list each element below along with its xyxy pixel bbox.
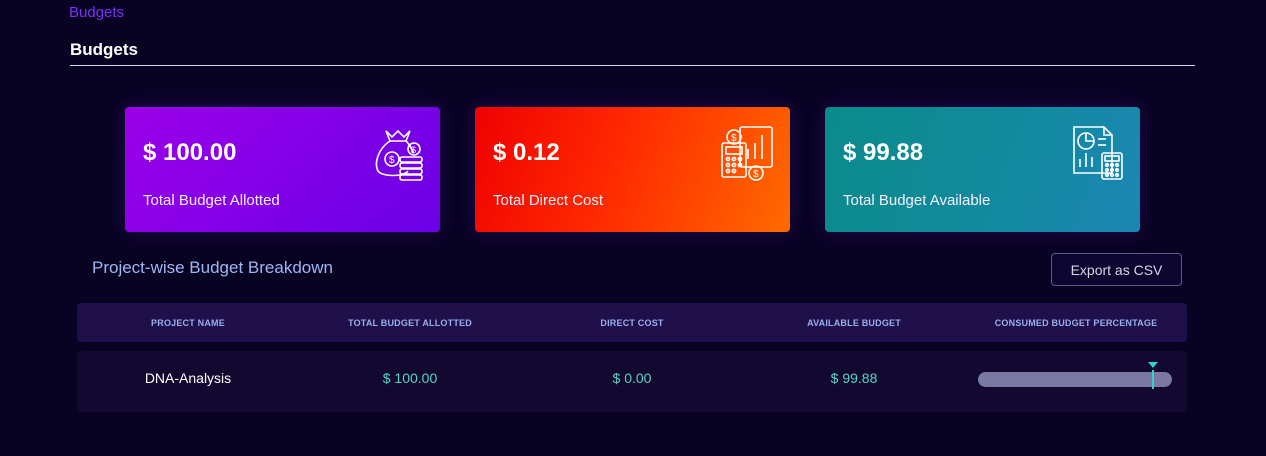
header-total-budget-allotted: TOTAL BUDGET ALLOTTED (348, 318, 472, 328)
total-budget-available-card: $ 99.88 Total Budget Available (825, 107, 1140, 232)
direct-cost-cell: $ 0.00 (612, 370, 652, 386)
svg-text:$: $ (731, 133, 737, 144)
total-budget-cell: $ 100.00 (382, 370, 438, 386)
total-direct-cost-value: $ 0.12 (493, 139, 560, 166)
svg-text:$: $ (753, 169, 759, 180)
title-divider (70, 65, 1195, 66)
table-header: PROJECT NAME TOTAL BUDGET ALLOTTED DIREC… (77, 303, 1187, 342)
total-budget-card: $ 100.00 Total Budget Allotted $ $ (125, 107, 440, 232)
calculator-chart-icon: $ $ (720, 123, 776, 181)
header-project-name: PROJECT NAME (151, 318, 225, 328)
progress-marker-line (1152, 370, 1154, 389)
svg-text:$: $ (411, 145, 416, 155)
total-budget-available-value: $ 99.88 (843, 139, 924, 166)
header-available-budget: AVAILABLE BUDGET (807, 318, 901, 328)
total-budget-available-label: Total Budget Available (843, 192, 991, 209)
header-consumed-budget-percentage: CONSUMED BUDGET PERCENTAGE (994, 318, 1158, 328)
total-budget-value: $ 100.00 (143, 139, 237, 166)
available-budget-cell: $ 99.88 (830, 370, 878, 386)
breadcrumb[interactable]: Budgets (69, 4, 124, 21)
export-csv-button[interactable]: Export as CSV (1051, 253, 1182, 286)
page-title: Budgets (70, 40, 138, 59)
project-name-cell: DNA-Analysis (144, 370, 232, 386)
table-row[interactable]: DNA-Analysis $ 100.00 $ 0.00 $ 99.88 (77, 351, 1187, 412)
header-direct-cost: DIRECT COST (600, 318, 664, 328)
section-title: Project-wise Budget Breakdown (92, 258, 333, 277)
total-direct-cost-card: $ 0.12 Total Direct Cost $ $ (475, 107, 790, 232)
report-calculator-icon (1070, 123, 1126, 181)
svg-text:$: $ (389, 155, 395, 166)
total-direct-cost-label: Total Direct Cost (493, 192, 604, 209)
total-budget-label: Total Budget Allotted (143, 192, 280, 209)
consumed-budget-progress (978, 362, 1172, 389)
progress-marker-indicator (1148, 362, 1158, 368)
money-bag-coins-icon: $ $ (370, 123, 426, 181)
